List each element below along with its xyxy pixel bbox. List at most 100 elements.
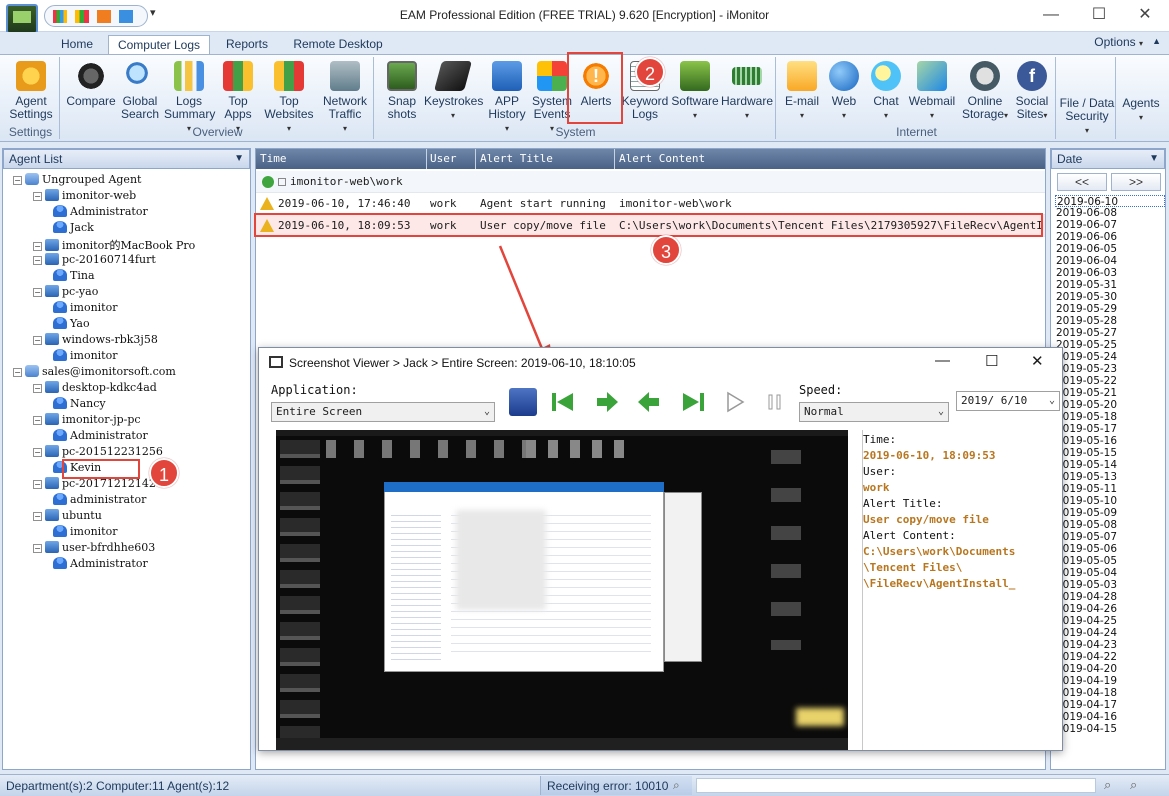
chat-button[interactable]: Chat ▾ [866, 61, 906, 122]
hardware-button[interactable]: Hardware ▾ [720, 61, 774, 122]
tree-item-pc[interactable]: − desktop-kdkc4ad [33, 381, 157, 394]
date-item[interactable]: 2019-04-22 [1055, 651, 1165, 663]
date-item[interactable]: 2019-05-10 [1055, 495, 1165, 507]
tree-item-user[interactable]: Tina [53, 269, 95, 282]
date-item[interactable]: 2019-05-07 [1055, 531, 1165, 543]
column-user[interactable]: User [430, 152, 457, 165]
software-button[interactable]: Software ▾ [670, 61, 720, 122]
date-item[interactable]: 2019-05-29 [1055, 303, 1165, 315]
speed-select[interactable]: Normal ⌄ [799, 402, 949, 422]
date-item[interactable]: 2019-04-25 [1055, 615, 1165, 627]
column-alert-content[interactable]: Alert Content [619, 152, 705, 165]
status-search-input[interactable] [696, 778, 1096, 793]
pause-icon[interactable] [761, 388, 789, 416]
tree-item-user[interactable]: imonitor [53, 301, 117, 314]
tab-reports[interactable]: Reports [218, 35, 276, 54]
tree-item-pc[interactable]: − pc-yao [33, 285, 98, 298]
save-icon[interactable] [509, 388, 537, 416]
chevron-down-icon[interactable]: ▼ [234, 150, 244, 168]
collapse-icon[interactable]: − [33, 242, 42, 251]
tree-item-user[interactable]: Administrator [53, 557, 148, 570]
app-history-button[interactable]: APP History ▾ [484, 61, 530, 135]
tree-item-pc[interactable]: − pc-201512231256 [33, 445, 163, 458]
date-item[interactable]: 2019-06-03 [1055, 267, 1165, 279]
date-item[interactable]: 2019-04-24 [1055, 627, 1165, 639]
date-item[interactable]: 2019-05-18 [1055, 411, 1165, 423]
options-menu[interactable]: Options ▾ [1094, 35, 1143, 49]
search-icon[interactable]: ⌕ [673, 778, 680, 793]
logs-summary-button[interactable]: Logs Summary ▾ [164, 61, 215, 135]
global-search-button[interactable]: Global Search [118, 61, 162, 121]
date-item[interactable]: 2019-05-20 [1055, 399, 1165, 411]
date-item[interactable]: 2019-05-31 [1055, 279, 1165, 291]
tab-computer-logs[interactable]: Computer Logs [108, 35, 210, 54]
date-item[interactable]: 2019-05-11 [1055, 483, 1165, 495]
date-item[interactable]: 2019-05-16 [1055, 435, 1165, 447]
collapse-icon[interactable]: − [33, 512, 42, 521]
date-picker[interactable]: 2019/ 6/10 ⌄ [956, 391, 1060, 411]
tree-item-pc[interactable]: − windows-rbk3j58 [33, 333, 158, 346]
file-data-security-button[interactable]: File / Data Security ▾ [1058, 97, 1116, 137]
collapse-icon[interactable]: − [33, 256, 42, 265]
viewer-maximize-button[interactable]: ☐ [985, 352, 998, 370]
application-select[interactable]: Entire Screen ⌄ [271, 402, 495, 422]
tree-item-user[interactable]: Administrator [53, 205, 148, 218]
date-item[interactable]: 2019-04-18 [1055, 687, 1165, 699]
date-item[interactable]: 2019-05-24 [1055, 351, 1165, 363]
collapse-icon[interactable]: − [33, 336, 42, 345]
collapse-icon[interactable]: − [33, 544, 42, 553]
zoom-out-icon[interactable]: ⌕ [1130, 777, 1137, 793]
online-storage-button[interactable]: Online Storage▾ [960, 61, 1010, 122]
date-item[interactable]: 2019-04-19 [1055, 675, 1165, 687]
network-traffic-button[interactable]: Network Traffic ▾ [318, 61, 372, 135]
date-item[interactable]: 2019-05-23 [1055, 363, 1165, 375]
collapse-icon[interactable]: − [13, 176, 22, 185]
date-item[interactable]: 2019-05-13 [1055, 471, 1165, 483]
collapse-icon[interactable]: − [33, 192, 42, 201]
viewer-close-button[interactable]: ✕ [1031, 352, 1044, 370]
tree-item-user[interactable]: imonitor [53, 349, 117, 362]
tree-item-user[interactable]: Nancy [53, 397, 106, 410]
date-item[interactable]: 2019-04-20 [1055, 663, 1165, 675]
tab-remote-desktop[interactable]: Remote Desktop [284, 35, 392, 54]
date-item[interactable]: 2019-05-08 [1055, 519, 1165, 531]
viewer-minimize-button[interactable]: — [935, 352, 950, 369]
tree-item-pc[interactable]: − imonitor-web [33, 189, 136, 202]
social-sites-button[interactable]: f Social Sites▾ [1012, 61, 1052, 122]
date-item[interactable]: 2019-05-30 [1055, 291, 1165, 303]
keystrokes-button[interactable]: Keystrokes ▾ [424, 61, 483, 122]
tree-item-group[interactable]: − sales@imonitorsoft.com [13, 365, 176, 378]
date-item[interactable]: 2019-06-07 [1055, 219, 1165, 231]
previous-arrow-icon[interactable] [635, 388, 663, 416]
date-item[interactable]: 2019-06-04 [1055, 255, 1165, 267]
date-item[interactable]: 2019-04-17 [1055, 699, 1165, 711]
tree-item-pc[interactable]: − ubuntu [33, 509, 102, 522]
collapse-icon[interactable]: − [13, 368, 22, 377]
date-item[interactable]: 2019-05-27 [1055, 327, 1165, 339]
previous-dates-button[interactable]: << [1057, 173, 1107, 191]
collapse-icon[interactable] [278, 178, 286, 186]
date-item[interactable]: 2019-05-03 [1055, 579, 1165, 591]
next-arrow-icon[interactable] [593, 388, 621, 416]
tree-item-pc[interactable]: − pc-20160714furt [33, 253, 156, 266]
group-row[interactable]: imonitor-web\work [256, 171, 1045, 193]
tree-item-user[interactable]: Yao [53, 317, 90, 330]
date-item[interactable]: 2019-05-14 [1055, 459, 1165, 471]
tree-item-pc[interactable]: − user-bfrdhhe603 [33, 541, 155, 554]
tree-item-pc[interactable]: − imonitor-jp-pc [33, 413, 141, 426]
date-item[interactable]: 2019-05-25 [1055, 339, 1165, 351]
web-button[interactable]: Web ▾ [824, 61, 864, 122]
date-item[interactable]: 2019-05-17 [1055, 423, 1165, 435]
webmail-button[interactable]: Webmail ▾ [906, 61, 958, 122]
date-item[interactable]: 2019-06-05 [1055, 243, 1165, 255]
collapse-icon[interactable]: − [33, 384, 42, 393]
chevron-down-icon[interactable]: ▼ [1149, 150, 1159, 168]
collapse-icon[interactable]: − [33, 288, 42, 297]
top-apps-button[interactable]: Top Apps ▾ [216, 61, 260, 135]
date-item[interactable]: 2019-06-10 [1055, 195, 1165, 208]
tree-item-user[interactable]: Administrator [53, 429, 148, 442]
compare-button[interactable]: Compare [66, 61, 116, 108]
tree-item-group[interactable]: − Ungrouped Agent [13, 173, 141, 186]
date-item[interactable]: 2019-04-23 [1055, 639, 1165, 651]
last-frame-icon[interactable] [679, 388, 707, 416]
